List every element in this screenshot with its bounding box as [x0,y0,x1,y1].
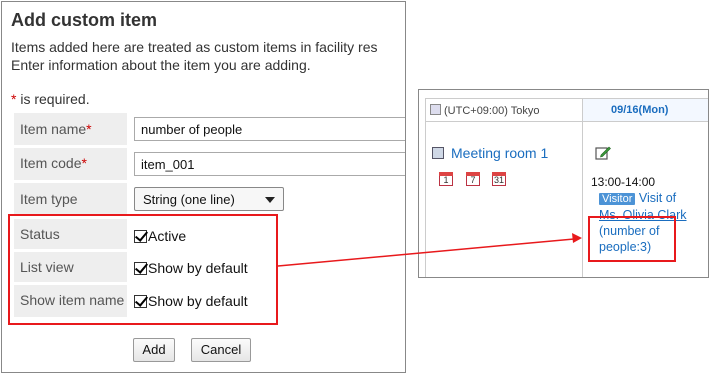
connector-arrow [277,233,582,267]
